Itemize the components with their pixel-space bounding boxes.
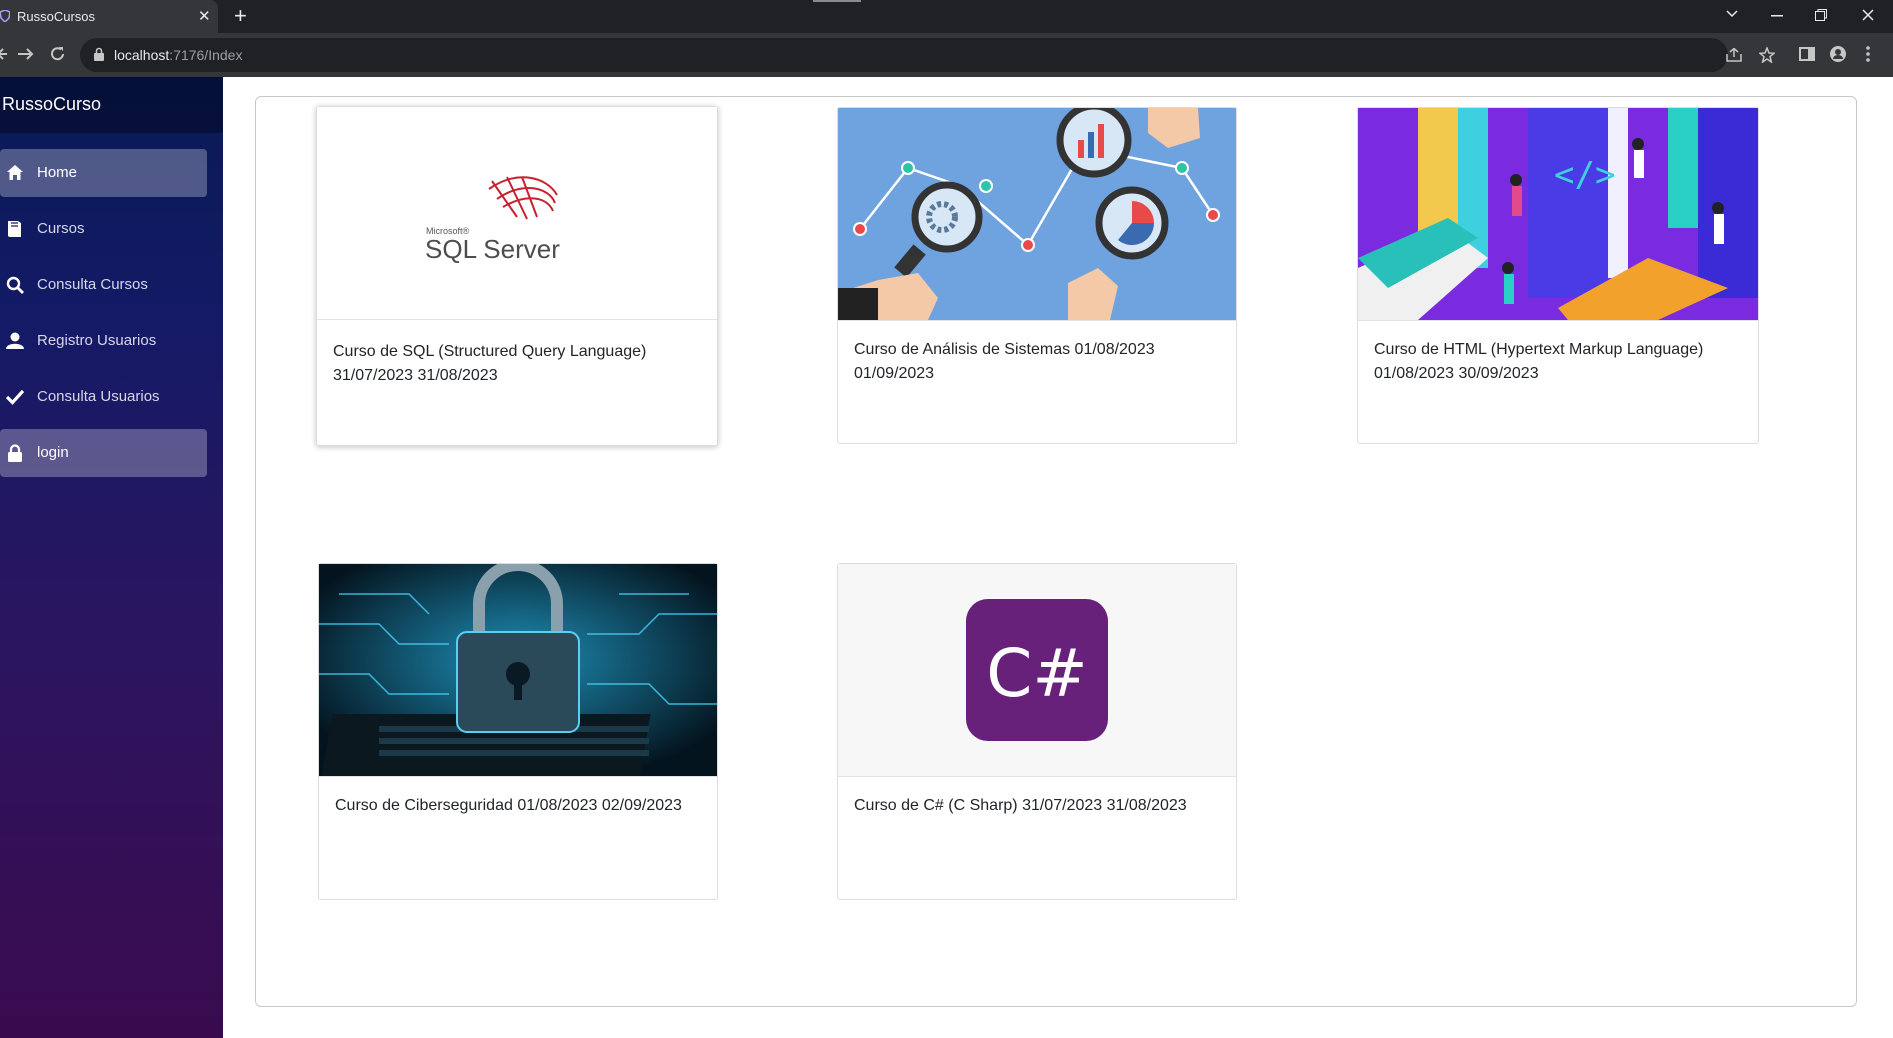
- window-close-icon[interactable]: [1862, 9, 1874, 21]
- csharp-logo-icon: C#: [838, 564, 1236, 776]
- browser-toolbar: localhost:7176/Index: [0, 33, 1893, 77]
- csharp-logo: C#: [838, 564, 1236, 776]
- course-card[interactable]: Curso de Ciberseguridad 01/08/2023 02/09…: [318, 563, 718, 900]
- sidebar-item-registro-usuarios[interactable]: Registro Usuarios: [0, 317, 207, 365]
- sidebar-item-label: Consulta Cursos: [37, 276, 148, 293]
- lock-icon: [94, 47, 104, 61]
- search-icon: [6, 276, 24, 294]
- card-divider: [1358, 320, 1758, 321]
- course-card[interactable]: C# Curso de C# (C Sharp) 31/07/2023 31/0…: [837, 563, 1237, 900]
- lock-icon: [8, 444, 22, 462]
- svg-text:</>: </>: [1554, 155, 1615, 195]
- address-bar[interactable]: localhost:7176/Index: [80, 38, 1775, 72]
- course-title: Curso de Análisis de Sistemas 01/08/2023…: [854, 341, 1155, 382]
- close-tab-icon[interactable]: ✕: [198, 7, 211, 25]
- card-divider: [317, 319, 717, 320]
- sql-server-logo: Microsoft® SQL Server: [317, 107, 717, 319]
- bookmark-star-icon[interactable]: [1759, 47, 1775, 63]
- new-tab-button[interactable]: +: [234, 3, 247, 29]
- html-illustration-svg: </>: [1358, 108, 1758, 320]
- book-icon: [8, 221, 21, 237]
- tab-search-indicator: [813, 0, 861, 2]
- sidebar-item-consulta-cursos[interactable]: Consulta Cursos: [0, 261, 207, 309]
- card-divider: [838, 320, 1236, 321]
- course-title: Curso de C# (C Sharp) 31/07/2023 31/08/2…: [854, 797, 1187, 814]
- html-illustration: </>: [1358, 108, 1758, 320]
- home-icon: [7, 165, 23, 180]
- sidebar-item-home[interactable]: Home: [0, 149, 207, 197]
- share-icon[interactable]: [1726, 48, 1742, 62]
- card-divider: [319, 776, 717, 777]
- course-card[interactable]: Curso de Análisis de Sistemas 01/08/2023…: [837, 107, 1237, 444]
- sql-server-logo-icon: Microsoft® SQL Server: [317, 107, 717, 319]
- brand-link[interactable]: RussoCurso: [2, 94, 101, 115]
- logo-big-text: SQL Server: [425, 234, 560, 264]
- padlock-illustration-svg: [319, 564, 717, 776]
- back-arrow-icon[interactable]: [0, 47, 8, 61]
- browser-tab[interactable]: RussoCursos ✕: [0, 0, 218, 33]
- profile-icon[interactable]: [1830, 46, 1846, 62]
- sidebar-item-label: Registro Usuarios: [37, 332, 157, 349]
- sidebar-item-label: Cursos: [37, 220, 85, 237]
- analysis-illustration-svg: [838, 108, 1236, 320]
- url-text[interactable]: localhost:7176/Index: [114, 47, 242, 63]
- padlock-illustration: [319, 564, 717, 776]
- course-title: Curso de SQL (Structured Query Language)…: [333, 343, 647, 384]
- sidebar-item-login[interactable]: login: [0, 429, 207, 477]
- csharp-logo-text: C#: [986, 635, 1087, 712]
- browser-tab-strip: RussoCursos ✕ +: [0, 0, 1893, 33]
- more-menu-icon[interactable]: [1866, 46, 1870, 62]
- sidebar-item-label: login: [37, 444, 69, 461]
- course-title: Curso de Ciberseguridad 01/08/2023 02/09…: [335, 797, 682, 814]
- tab-title: RussoCursos: [17, 9, 96, 24]
- sidebar-item-label: Consulta Usuarios: [37, 388, 160, 405]
- analysis-illustration: [838, 108, 1236, 320]
- sidebar: RussoCurso Home Cursos Consulta Cursos R…: [0, 77, 223, 1038]
- side-panel-icon[interactable]: [1799, 47, 1815, 61]
- sidebar-item-cursos[interactable]: Cursos: [0, 205, 207, 253]
- minimize-icon[interactable]: [1771, 15, 1783, 17]
- reload-icon[interactable]: [50, 46, 66, 62]
- course-card[interactable]: </> Curso de HTML (Hypertext Markup Lang…: [1357, 107, 1759, 444]
- course-card[interactable]: Microsoft® SQL Server Curso de SQL (Stru…: [316, 106, 718, 446]
- check-icon: [6, 389, 24, 405]
- forward-arrow-icon[interactable]: [18, 47, 34, 61]
- sidebar-item-consulta-usuarios[interactable]: Consulta Usuarios: [0, 373, 207, 421]
- card-divider: [838, 776, 1236, 777]
- brand-bar: RussoCurso: [0, 77, 223, 133]
- tab-search-chevron-icon[interactable]: [1726, 10, 1738, 18]
- course-grid: Microsoft® SQL Server Curso de SQL (Stru…: [255, 96, 1857, 1007]
- restore-icon[interactable]: [1815, 9, 1827, 21]
- course-title: Curso de HTML (Hypertext Markup Language…: [1374, 341, 1704, 382]
- user-icon: [6, 332, 24, 349]
- shield-icon: [0, 10, 10, 22]
- sidebar-item-label: Home: [37, 164, 78, 181]
